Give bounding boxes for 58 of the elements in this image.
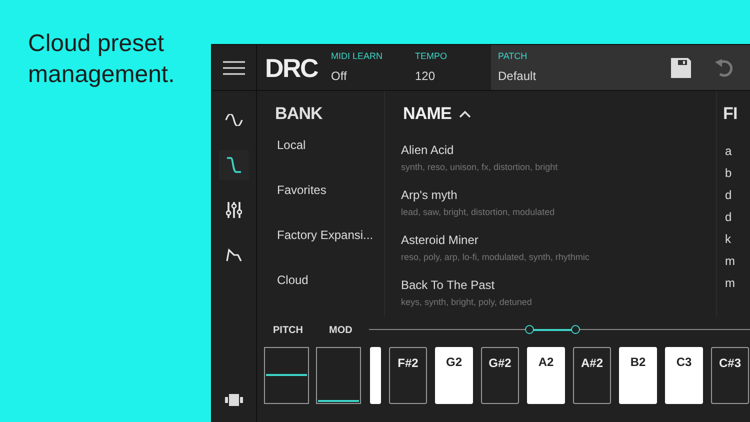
preset-tags: reso, poly, arp, lo-fi, modulated, synth, rhythmic	[401, 250, 716, 264]
list-item: m	[725, 253, 736, 270]
preset-tags: lead, saw, bright, distortion, modulated	[401, 206, 716, 220]
field-value: 120	[415, 68, 436, 86]
sine-wave-icon	[225, 114, 243, 126]
preset-name: Asteroid Miner	[401, 232, 480, 248]
pitch-wheel[interactable]	[264, 347, 309, 404]
bank-item[interactable]: Local	[257, 136, 374, 167]
piano-key[interactable]: B2	[619, 347, 657, 404]
preset-row[interactable]: Back To The Past keys, synth, bright, poly, detuned	[385, 271, 716, 316]
preset-row[interactable]: Asteroid Miner reso, poly, arp, lo-fi, modulated, synth, rhythmic	[385, 226, 716, 271]
sort-caret-icon[interactable]	[459, 110, 472, 118]
range-thumb[interactable]	[525, 325, 534, 334]
save-icon[interactable]	[670, 56, 692, 78]
list-item: d	[725, 209, 733, 226]
column-header[interactable]: FI	[723, 100, 738, 126]
list-item: m	[725, 275, 736, 292]
keyboard-icon[interactable]	[225, 394, 243, 406]
list-item: a	[725, 143, 733, 160]
piano-key[interactable]: F#2	[389, 347, 427, 404]
piano-key[interactable]: A#2	[573, 347, 611, 404]
piano-key[interactable]: G2	[435, 347, 473, 404]
piano-key[interactable]: C#3	[711, 347, 749, 404]
range-thumb[interactable]	[570, 325, 580, 334]
bank-item[interactable]: Factory Expansi...	[257, 212, 374, 257]
preset-tags: synth, reso, unison, fx, distortion, bright	[401, 160, 716, 174]
bank-item[interactable]: Cloud	[257, 257, 374, 302]
piano-key[interactable]: C3	[665, 347, 703, 404]
field-label: MIDI LEARN	[331, 50, 384, 63]
filter-curve-icon	[226, 156, 242, 174]
piano-key[interactable]: G#2	[481, 347, 519, 404]
preset-row[interactable]: Arp's myth lead, saw, bright, distortion, modulated	[385, 181, 716, 226]
preset-name: Alien Acid	[401, 142, 455, 158]
preset-name: Back To The Past	[401, 278, 496, 293]
preset-name: Arp's myth	[401, 188, 458, 203]
field-value: Off	[331, 68, 348, 86]
list-item: k	[725, 231, 732, 248]
pitch-label: PITCH	[273, 324, 304, 338]
mod-wheel[interactable]	[316, 347, 361, 404]
preset-tags: keys, synth, bright, poly, detuned	[401, 296, 716, 310]
list-item: d	[725, 187, 733, 204]
field-value: Default	[498, 68, 538, 86]
range-slider[interactable]	[369, 325, 750, 335]
list-item: b	[725, 165, 733, 182]
app-logo: DRC	[265, 52, 317, 82]
bank-item[interactable]: Favorites	[257, 167, 374, 212]
preset-row[interactable]: Alien Acid synth, reso, unison, fx, distortion, bright	[385, 136, 716, 181]
sliders-icon	[226, 201, 242, 219]
mod-label: MOD	[329, 324, 354, 338]
column-header[interactable]: BANK	[275, 100, 322, 126]
field-label: TEMPO	[415, 50, 448, 63]
piano-key[interactable]: A2	[527, 347, 565, 404]
patch-panel[interactable]: PATCH Default	[491, 45, 750, 90]
column-header[interactable]: NAME	[403, 100, 452, 126]
field-label: PATCH	[498, 50, 528, 63]
sidebar-tab[interactable]	[219, 150, 249, 180]
envelope-icon	[226, 248, 242, 262]
caption-text: Cloud preset management.	[28, 29, 176, 90]
